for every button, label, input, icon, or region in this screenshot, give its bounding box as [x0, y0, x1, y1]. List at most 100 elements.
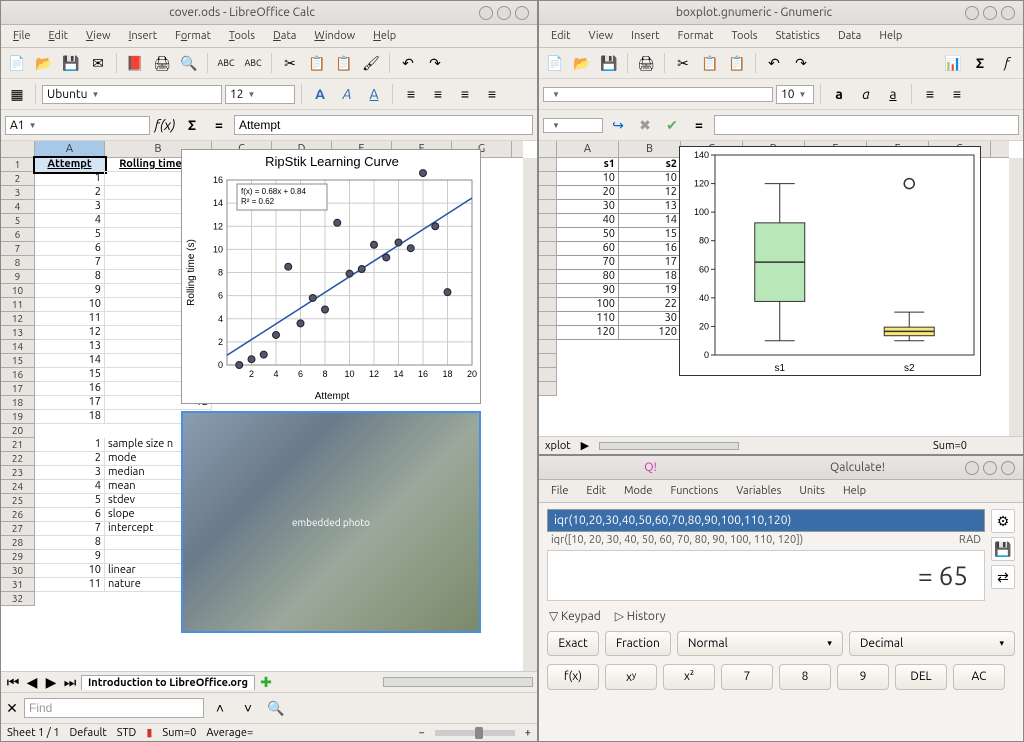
status-sum[interactable]: Sum=0	[933, 440, 967, 452]
row-header[interactable]: 29	[1, 550, 35, 564]
row-header[interactable]	[539, 172, 557, 186]
cell[interactable]: 19	[619, 284, 681, 298]
menu-view[interactable]: View	[581, 27, 622, 45]
cell[interactable]: 8	[35, 536, 105, 550]
zoom-plus-icon[interactable]: +	[525, 727, 531, 739]
cell[interactable]: 8	[35, 270, 105, 284]
row-header[interactable]	[539, 228, 557, 242]
row-header[interactable]: 2	[1, 172, 35, 186]
cell[interactable]: 12	[35, 326, 105, 340]
row-header[interactable]: 1	[1, 158, 35, 172]
bold-icon[interactable]: a	[827, 82, 851, 106]
mode-btn-1[interactable]: Fraction	[605, 631, 671, 656]
calc-btn-0[interactable]: f(x)	[547, 664, 599, 690]
convert-icon[interactable]: ⇄	[991, 565, 1015, 589]
new-icon[interactable]: 📄	[5, 51, 29, 75]
row-header[interactable]	[539, 270, 557, 284]
cell[interactable]: 110	[557, 312, 619, 326]
find-prev-icon[interactable]: ˄	[208, 696, 232, 720]
cell[interactable]: 30	[557, 200, 619, 214]
hscrollbar[interactable]	[599, 442, 739, 450]
cell[interactable]: 18	[619, 270, 681, 284]
align-justify-icon[interactable]: ≡	[480, 82, 504, 106]
calc-btn-2[interactable]: x²	[663, 664, 715, 690]
row-header[interactable]: 4	[1, 200, 35, 214]
row-header[interactable]: 32	[1, 592, 35, 606]
sheet-tab[interactable]: Introduction to LibreOffice.org	[81, 675, 255, 690]
gnum-titlebar[interactable]: boxplot.gnumeric - Gnumeric	[539, 1, 1023, 25]
close-icon[interactable]	[515, 6, 529, 20]
align-left-icon[interactable]: ≡	[399, 82, 423, 106]
pdf-icon[interactable]: 📕	[123, 51, 147, 75]
row-header[interactable]	[539, 382, 557, 396]
cell[interactable]: 3	[35, 200, 105, 214]
row-header[interactable]: 30	[1, 564, 35, 578]
equals-icon[interactable]: =	[207, 113, 231, 137]
cell[interactable]: 16	[35, 382, 105, 396]
row-header[interactable]	[539, 312, 557, 326]
cell[interactable]: 100	[557, 298, 619, 312]
row-header[interactable]: 17	[1, 382, 35, 396]
calc-grid[interactable]: ABCDEFG 12345678910111213141516171819202…	[1, 141, 537, 671]
cell[interactable]: 70	[557, 256, 619, 270]
status-avg[interactable]: Average=	[206, 727, 253, 739]
formula-input[interactable]	[714, 115, 1019, 135]
cell[interactable]: 2	[35, 186, 105, 200]
bold-icon[interactable]: A	[308, 82, 332, 106]
row-header[interactable]: 8	[1, 256, 35, 270]
menu-units[interactable]: Units	[791, 482, 833, 500]
cell[interactable]: 18	[35, 410, 105, 424]
cell[interactable]: 11	[35, 578, 105, 592]
cell-A1[interactable]: Attempt	[35, 158, 105, 172]
zoom-minus-icon[interactable]: −	[419, 727, 425, 739]
cell[interactable]: 5	[35, 228, 105, 242]
find-all-icon[interactable]: 🔍	[264, 696, 288, 720]
expression-input[interactable]: iqr(10,20,30,40,50,60,70,80,90,100,110,1…	[547, 509, 985, 532]
boxplot-chart[interactable]: 020406080100120140s1s2	[679, 146, 981, 376]
angle-mode[interactable]: RAD	[959, 534, 981, 546]
row-header[interactable]	[539, 200, 557, 214]
row-header[interactable]: 27	[1, 522, 35, 536]
row-header[interactable]: 12	[1, 312, 35, 326]
styles-icon[interactable]: ▦	[5, 82, 29, 106]
cell[interactable]: 7	[35, 256, 105, 270]
email-icon[interactable]: ✉	[86, 51, 110, 75]
menu-variables[interactable]: Variables	[728, 482, 789, 500]
cell[interactable]: 60	[557, 242, 619, 256]
undo-icon[interactable]: ↶	[762, 51, 786, 75]
cell[interactable]: 40	[557, 214, 619, 228]
cell[interactable]: 10	[557, 172, 619, 186]
menu-window[interactable]: Window	[306, 27, 363, 45]
calc-btn-6[interactable]: DEL	[895, 664, 947, 690]
calc-btn-4[interactable]: 8	[779, 664, 831, 690]
font-size-combo[interactable]: 10	[776, 85, 814, 104]
calc-btn-1[interactable]: xʸ	[605, 664, 657, 690]
align-center-icon[interactable]: ≡	[426, 82, 450, 106]
align-right-icon[interactable]: ≡	[453, 82, 477, 106]
row-header[interactable]: 24	[1, 480, 35, 494]
open-icon[interactable]: 📂	[570, 51, 594, 75]
cell[interactable]: 1	[35, 438, 105, 452]
paste-icon[interactable]: 📋	[725, 51, 749, 75]
menu-data[interactable]: Data	[830, 27, 869, 45]
menu-functions[interactable]: Functions	[662, 482, 726, 500]
col-header-A[interactable]: A	[35, 141, 105, 157]
mode-btn-2[interactable]: Normal▾	[677, 631, 843, 656]
italic-icon[interactable]: A	[335, 82, 359, 106]
cut-icon[interactable]: ✂	[671, 51, 695, 75]
menu-mode[interactable]: Mode	[616, 482, 661, 500]
maximize-icon[interactable]	[983, 461, 997, 475]
menu-edit[interactable]: Edit	[543, 27, 579, 45]
redo-icon[interactable]: ↷	[423, 51, 447, 75]
menu-statistics[interactable]: Statistics	[768, 27, 828, 45]
cell[interactable]: 12	[619, 186, 681, 200]
cell[interactable]: 30	[619, 312, 681, 326]
cut-icon[interactable]: ✂	[278, 51, 302, 75]
cell[interactable]: 2	[35, 452, 105, 466]
cell[interactable]: 9	[35, 284, 105, 298]
col-header-B[interactable]: B	[619, 141, 681, 157]
gnum-grid[interactable]: ABCDEFG s1s21010201230134014501560167017…	[539, 141, 1023, 436]
cell[interactable]: 6	[35, 242, 105, 256]
row-header[interactable]	[539, 256, 557, 270]
zoom-slider[interactable]	[435, 730, 515, 736]
